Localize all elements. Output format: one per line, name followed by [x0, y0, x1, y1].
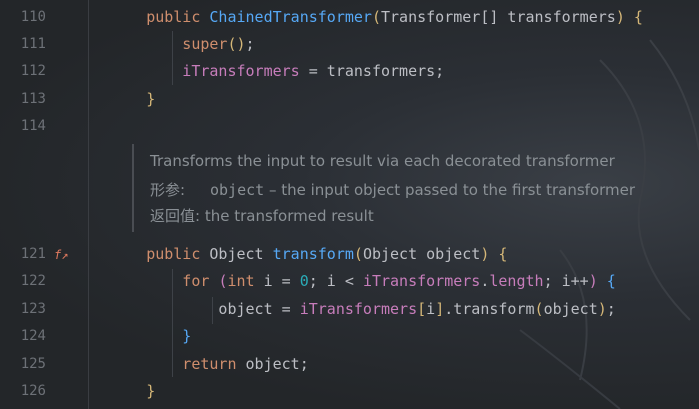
- code-token: (): [227, 35, 246, 53]
- javadoc-rendered: Transforms the input to result via each …: [132, 144, 694, 232]
- code-token: {: [597, 272, 616, 290]
- line-number[interactable]: 122: [0, 268, 46, 295]
- code-editor[interactable]: 110 public ChainedTransformer(Transforme…: [0, 0, 699, 409]
- code-line[interactable]: 114: [0, 113, 699, 140]
- line-number[interactable]: 125: [0, 351, 46, 378]
- code-token: for: [146, 272, 219, 290]
- doc-return-row: 返回值: the transformed result: [150, 203, 374, 229]
- code-token: }: [146, 382, 156, 400]
- code-token: }: [146, 90, 156, 108]
- code-token: ;: [606, 300, 616, 318]
- code-line[interactable]: 113 }: [0, 86, 699, 113]
- line-number[interactable]: 112: [0, 58, 46, 85]
- code-line[interactable]: 126 }: [0, 378, 699, 405]
- line-number[interactable]: 124: [0, 323, 46, 350]
- code-token: ]: [435, 300, 445, 318]
- code-line[interactable]: 112 iTransformers = transformers;: [0, 58, 699, 85]
- code-token: iTransformers: [146, 62, 300, 80]
- code-token: ; i++: [543, 272, 589, 290]
- code-token: Object object: [362, 245, 481, 263]
- line-number[interactable]: 110: [0, 4, 46, 31]
- code-token: public: [146, 8, 210, 26]
- code-text: }: [92, 378, 155, 405]
- code-token: ; i <: [308, 272, 363, 290]
- code-token: object: [543, 300, 598, 318]
- code-token: iTransformers: [362, 272, 481, 290]
- doc-param-row: 形参: object – the input object passed to t…: [150, 177, 635, 203]
- line-number[interactable]: 114: [0, 113, 46, 140]
- line-number[interactable]: 111: [0, 31, 46, 58]
- code-text: object = iTransformers[i].transform(obje…: [92, 296, 616, 323]
- code-line[interactable]: 125 return object;: [0, 351, 699, 378]
- doc-param-name[interactable]: object: [210, 181, 264, 199]
- code-token: iTransformers: [299, 300, 418, 318]
- doc-param-label: 形参:: [150, 181, 186, 199]
- code-token: ): [588, 272, 598, 290]
- code-token: }: [146, 327, 192, 345]
- code-line[interactable]: 124 }: [0, 323, 699, 350]
- code-line[interactable]: 123 object = iTransformers[i].transform(…: [0, 296, 699, 323]
- line-number[interactable]: 113: [0, 86, 46, 113]
- code-token: [: [417, 300, 427, 318]
- override-icon[interactable]: f↗: [54, 247, 70, 263]
- code-token: Object: [209, 245, 273, 263]
- code-token: {: [624, 8, 643, 26]
- code-token: transform: [272, 245, 354, 263]
- code-line[interactable]: 111 super();: [0, 31, 699, 58]
- code-text: }: [92, 86, 155, 113]
- code-text: return object;: [92, 351, 309, 378]
- line-number[interactable]: 121: [0, 241, 46, 268]
- code-token: ): [615, 8, 625, 26]
- doc-summary: Transforms the input to result via each …: [150, 152, 615, 170]
- code-token: length: [489, 272, 544, 290]
- doc-param-desc: – the input object passed to the first t…: [264, 181, 636, 199]
- code-token: object =: [146, 300, 300, 318]
- code-token: .transform: [444, 300, 535, 318]
- code-text: public ChainedTransformer(Transformer[] …: [92, 4, 643, 31]
- code-line[interactable]: 122 for (int i = 0; i < iTransformers.le…: [0, 268, 699, 295]
- code-token: ): [597, 300, 607, 318]
- code-token: public: [146, 245, 210, 263]
- code-token: (: [353, 245, 363, 263]
- line-number[interactable]: 123: [0, 296, 46, 323]
- code-token: Transformer[] transformers: [381, 8, 616, 26]
- code-token: object;: [245, 355, 309, 373]
- code-token: ChainedTransformer: [209, 8, 372, 26]
- code-token: (: [371, 8, 381, 26]
- code-text: for (int i = 0; i < iTransformers.length…: [92, 268, 616, 295]
- code-text: iTransformers = transformers;: [92, 58, 444, 85]
- code-token: return: [146, 355, 246, 373]
- code-token: i =: [263, 272, 300, 290]
- code-token: super: [146, 35, 228, 53]
- code-line[interactable]: 110 public ChainedTransformer(Transforme…: [0, 4, 699, 31]
- code-token: ;: [245, 35, 255, 53]
- code-text: super();: [92, 31, 255, 58]
- code-token: int: [227, 272, 264, 290]
- doc-return-label: 返回值:: [150, 207, 201, 225]
- code-token: i: [426, 300, 436, 318]
- code-text: }: [92, 323, 191, 350]
- line-number[interactable]: 126: [0, 378, 46, 405]
- code-text: public Object transform(Object object) {: [92, 241, 507, 268]
- code-token: {: [489, 245, 508, 263]
- doc-return-desc: the transformed result: [200, 207, 374, 225]
- code-token: = transformers;: [299, 62, 445, 80]
- code-token: 0: [299, 272, 309, 290]
- code-token: (: [534, 300, 544, 318]
- code-line[interactable]: 121 f↗ public Object transform(Object obj…: [0, 241, 699, 268]
